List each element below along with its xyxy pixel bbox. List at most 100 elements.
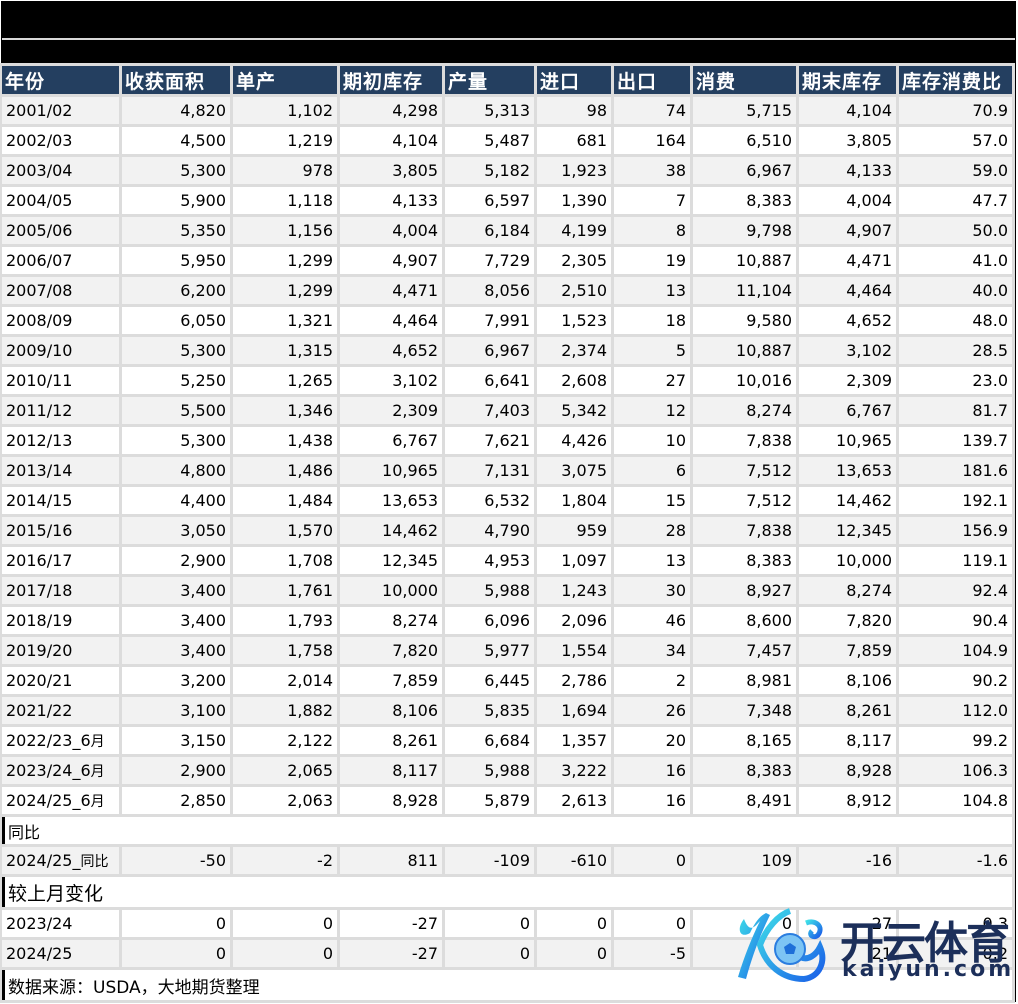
supply-demand-table: 年份 收获面积 单产 期初库存 产量 进口 出口 消费 期末库存 库存消费比 2001/02 4,8… xyxy=(0,63,1015,1003)
value-cell: 5,300 xyxy=(122,157,230,184)
value-cell: 2,014 xyxy=(233,667,337,694)
row-label-cell: 2017/18 xyxy=(2,577,119,604)
value-cell: 2,510 xyxy=(537,277,611,304)
value-cell: 13 xyxy=(614,547,690,574)
value-cell: 4,471 xyxy=(340,277,442,304)
value-cell: 1,438 xyxy=(233,427,337,454)
value-cell: 8,117 xyxy=(340,757,442,784)
value-cell: 4,133 xyxy=(340,187,442,214)
value-cell: 7,348 xyxy=(693,697,796,724)
table-row: 2005/06 5,350 1,156 4,004 6,184 4,199 8 9,798 4,… xyxy=(2,217,1012,244)
value-cell: 8,261 xyxy=(799,697,896,724)
value-cell: 6,510 xyxy=(693,127,796,154)
row-label-cell: 2004/05 xyxy=(2,187,119,214)
value-cell: 4,104 xyxy=(799,97,896,124)
value-cell: 4,464 xyxy=(799,277,896,304)
row-label-text: 2023/24_6 xyxy=(6,760,91,780)
value-cell: 8,106 xyxy=(340,697,442,724)
value-cell: 5,900 xyxy=(122,187,230,214)
value-cell: 14,462 xyxy=(799,487,896,514)
value-cell: -27 xyxy=(340,940,442,967)
table-row: 2021/22 3,100 1,882 8,106 5,835 1,694 26 7,348 8… xyxy=(2,697,1012,724)
value-cell: 7,512 xyxy=(693,487,796,514)
value-cell: 10,887 xyxy=(693,247,796,274)
value-cell: 92.4 xyxy=(899,577,1012,604)
value-cell: 6,050 xyxy=(122,307,230,334)
value-cell: 27 xyxy=(614,367,690,394)
value-cell: 8,928 xyxy=(340,787,442,814)
value-cell: 119.1 xyxy=(899,547,1012,574)
value-cell: 4,133 xyxy=(799,157,896,184)
value-cell: 8,274 xyxy=(799,577,896,604)
value-cell: 74 xyxy=(614,97,690,124)
value-cell: 8,274 xyxy=(693,397,796,424)
value-cell: 6,967 xyxy=(445,337,534,364)
table-row: 2011/12 5,500 1,346 2,309 7,403 5,342 12 8,274 6… xyxy=(2,397,1012,424)
value-cell: 15 xyxy=(614,487,690,514)
row-label-text: 2024/25_ xyxy=(6,850,81,870)
value-cell: 0 xyxy=(614,847,690,874)
value-cell: 0.3 xyxy=(899,910,1012,937)
value-cell: 1,097 xyxy=(537,547,611,574)
value-cell: 112.0 xyxy=(899,697,1012,724)
value-cell: 13,653 xyxy=(799,457,896,484)
value-cell: 7,820 xyxy=(799,607,896,634)
row-label-suffix: 月 xyxy=(90,793,105,810)
column-header: 出口 xyxy=(614,66,690,94)
value-cell: 1,570 xyxy=(233,517,337,544)
value-cell: 1,315 xyxy=(233,337,337,364)
value-cell: 6,200 xyxy=(122,277,230,304)
value-cell: 0 xyxy=(445,940,534,967)
row-label-cell: 2024/25_6月 xyxy=(2,787,119,814)
table-row: 2017/18 3,400 1,761 10,000 5,988 1,243 30 8,927… xyxy=(2,577,1012,604)
value-cell: 7,991 xyxy=(445,307,534,334)
value-cell: 16 xyxy=(614,787,690,814)
value-cell: 7,403 xyxy=(445,397,534,424)
value-cell: 10,016 xyxy=(693,367,796,394)
value-cell: 8,600 xyxy=(693,607,796,634)
value-cell: 181.6 xyxy=(899,457,1012,484)
value-cell: 12,345 xyxy=(340,547,442,574)
value-cell: 4,426 xyxy=(537,427,611,454)
value-cell: 139.7 xyxy=(899,427,1012,454)
value-cell: 4,907 xyxy=(340,247,442,274)
value-cell: 10,965 xyxy=(340,457,442,484)
value-cell: 9,798 xyxy=(693,217,796,244)
value-cell: 2,122 xyxy=(233,727,337,754)
row-label-cell: 2006/07 xyxy=(2,247,119,274)
table-row: 2004/05 5,900 1,118 4,133 6,597 1,390 7 8,383 4,… xyxy=(2,187,1012,214)
value-cell: 6,767 xyxy=(340,427,442,454)
value-cell: 0 xyxy=(233,940,337,967)
value-cell: 34 xyxy=(614,637,690,664)
table-row: 2023/24_6月 2,900 2,065 8,117 5,988 3,222 16 8,3… xyxy=(2,757,1012,784)
value-cell: 7,820 xyxy=(340,637,442,664)
row-label-cell: 2014/15 xyxy=(2,487,119,514)
value-cell: 19 xyxy=(614,247,690,274)
value-cell: 8,274 xyxy=(340,607,442,634)
value-cell: 27 xyxy=(799,910,896,937)
value-cell: 4,953 xyxy=(445,547,534,574)
value-cell: -2 xyxy=(233,847,337,874)
row-label-cell: 2021/22 xyxy=(2,697,119,724)
value-cell: 38 xyxy=(614,157,690,184)
row-label-cell: 2019/20 xyxy=(2,637,119,664)
value-cell: 811 xyxy=(340,847,442,874)
value-cell: 5,300 xyxy=(122,427,230,454)
value-cell: 5,835 xyxy=(445,697,534,724)
value-cell: 104.8 xyxy=(899,787,1012,814)
row-label-cell: 2022/23_6月 xyxy=(2,727,119,754)
value-cell: 7,512 xyxy=(693,457,796,484)
column-header: 进口 xyxy=(537,66,611,94)
value-cell: 6,597 xyxy=(445,187,534,214)
value-cell: 0 xyxy=(122,940,230,967)
value-cell: 4,820 xyxy=(122,97,230,124)
value-cell: 26 xyxy=(614,697,690,724)
value-cell: 104.9 xyxy=(899,637,1012,664)
value-cell: 1,102 xyxy=(233,97,337,124)
value-cell: 8 xyxy=(614,217,690,244)
column-header: 收获面积 xyxy=(122,66,230,94)
value-cell: 3,100 xyxy=(122,697,230,724)
value-cell: 0 xyxy=(122,910,230,937)
value-cell: 1,793 xyxy=(233,607,337,634)
value-cell: 5,182 xyxy=(445,157,534,184)
